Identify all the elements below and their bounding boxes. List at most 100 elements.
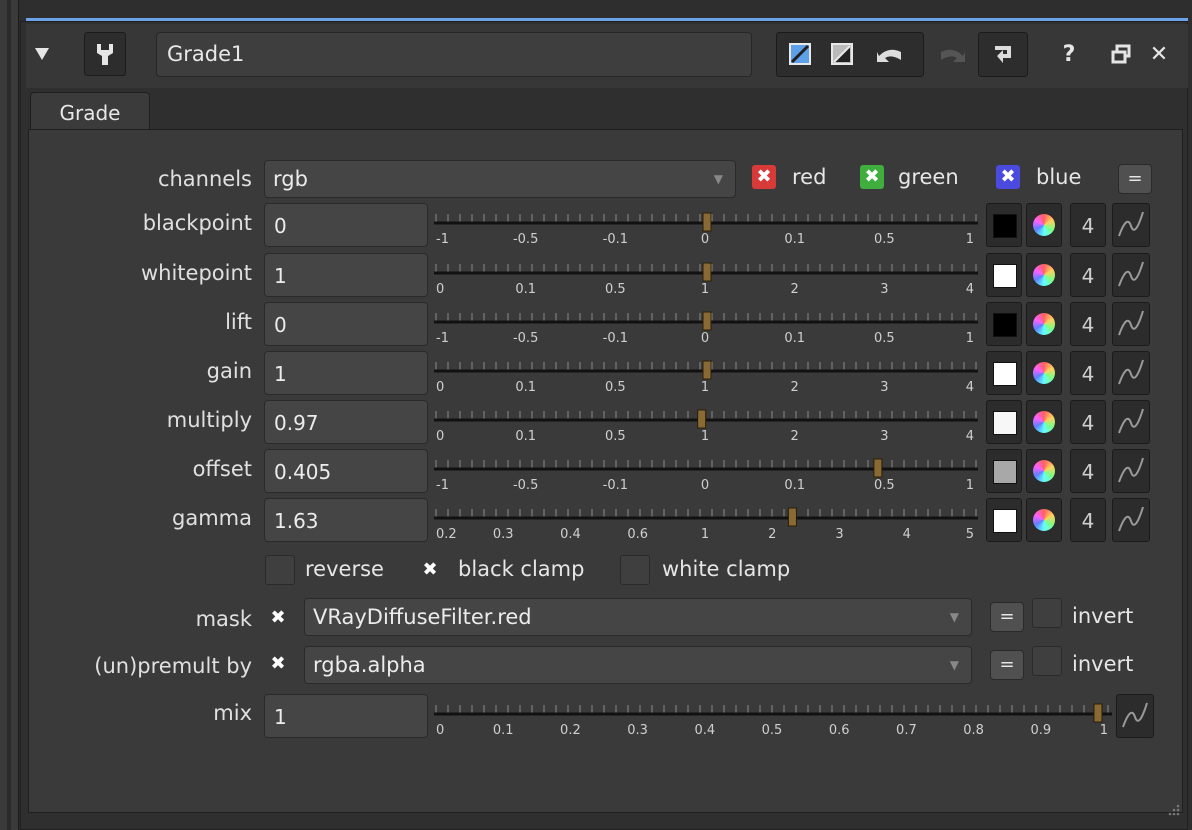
slider-handle[interactable] bbox=[787, 507, 797, 527]
premult-invert-checkbox[interactable] bbox=[1032, 646, 1062, 676]
gain-slider[interactable]: 0 0.1 0.5 1 2 3 4 bbox=[432, 351, 980, 397]
resize-grip-icon[interactable] bbox=[1160, 800, 1182, 822]
slider-track[interactable]: -1 -0.5 -0.1 0 0.1 0.5 1 bbox=[432, 203, 980, 249]
lift-input[interactable]: 0 bbox=[264, 302, 428, 346]
tab-grade[interactable]: Grade bbox=[30, 92, 150, 130]
slider-handle[interactable] bbox=[702, 262, 712, 282]
lift-color-swatch[interactable] bbox=[986, 302, 1022, 346]
channels-value: rgb bbox=[273, 167, 308, 191]
lift-label: lift bbox=[225, 310, 252, 334]
curve-editor-icon[interactable] bbox=[1112, 253, 1150, 297]
curve-editor-icon[interactable] bbox=[1112, 203, 1150, 247]
curve-editor-icon[interactable] bbox=[1112, 302, 1150, 346]
channels-dropdown[interactable]: rgb ▼ bbox=[264, 160, 736, 198]
slider-handle[interactable] bbox=[697, 409, 707, 429]
slider-tick-label: 0 bbox=[436, 429, 444, 444]
mask-channel-dropdown[interactable]: VRayDiffuseFilter.red ▼ bbox=[304, 598, 972, 636]
blue-label: blue bbox=[1036, 165, 1082, 189]
blue-channel-checkbox[interactable]: ✖ bbox=[996, 165, 1020, 189]
curve-editor-icon[interactable] bbox=[1112, 400, 1150, 444]
undo-icon[interactable] bbox=[870, 36, 910, 72]
slider-handle[interactable] bbox=[702, 360, 712, 380]
slider-tick-label: 4 bbox=[966, 282, 974, 297]
blackpoint-input[interactable]: 0 bbox=[264, 203, 428, 247]
blackpoint-channel-count-button[interactable]: 4 bbox=[1070, 203, 1106, 247]
redo-icon[interactable] bbox=[932, 36, 972, 72]
color-wheel-icon[interactable] bbox=[1026, 203, 1062, 247]
slider-handle[interactable] bbox=[702, 311, 712, 331]
collapse-triangle-icon[interactable] bbox=[26, 32, 58, 76]
wrench-icon[interactable] bbox=[84, 32, 126, 76]
multiply-channel-count-button[interactable]: 4 bbox=[1070, 400, 1106, 444]
node-name-input[interactable]: Grade1 bbox=[156, 32, 752, 77]
gamma-slider[interactable]: 0.2 0.3 0.4 0.6 1 2 3 4 5 bbox=[432, 498, 980, 544]
green-channel-checkbox[interactable]: ✖ bbox=[860, 165, 884, 189]
gain-channel-count-button[interactable]: 4 bbox=[1070, 351, 1106, 395]
float-panel-icon[interactable] bbox=[1106, 36, 1136, 72]
color-wheel-icon[interactable] bbox=[1026, 449, 1062, 493]
slider-tick-label: 0 bbox=[436, 282, 444, 297]
slider-handle[interactable] bbox=[873, 458, 883, 478]
color-wheel-icon[interactable] bbox=[1026, 498, 1062, 542]
color-wheel-icon[interactable] bbox=[1026, 351, 1062, 395]
blackpoint-slider[interactable]: -1 -0.5 -0.1 0 0.1 0.5 1 bbox=[432, 203, 980, 249]
color-wheel-icon[interactable] bbox=[1026, 400, 1062, 444]
gamma-input[interactable]: 1.63 bbox=[264, 498, 428, 542]
offset-color-swatch[interactable] bbox=[986, 449, 1022, 493]
gamma-color-swatch[interactable] bbox=[986, 498, 1022, 542]
whitepoint-channel-count-button[interactable]: 4 bbox=[1070, 253, 1106, 297]
premult-channel-dropdown[interactable]: rgba.alpha ▼ bbox=[304, 646, 972, 684]
premult-enable-checkbox[interactable]: ✖ bbox=[266, 652, 290, 676]
close-icon[interactable]: ✕ bbox=[1144, 36, 1174, 72]
offset-input[interactable]: 0.405 bbox=[264, 449, 428, 493]
slider-handle[interactable] bbox=[702, 212, 712, 232]
node-color-icon[interactable] bbox=[825, 36, 859, 72]
lift-slider[interactable]: -1 -0.5 -0.1 0 0.1 0.5 1 bbox=[432, 302, 980, 348]
help-icon[interactable]: ? bbox=[1056, 36, 1082, 72]
premult-link-button[interactable]: = bbox=[990, 650, 1024, 680]
mix-slider[interactable]: 0 0.1 0.2 0.3 0.4 0.5 0.6 0.7 0.8 0.9 1 bbox=[432, 694, 1114, 740]
color-wheel-disc bbox=[1033, 313, 1055, 335]
color-wheel-icon[interactable] bbox=[1026, 302, 1062, 346]
gain-input[interactable]: 1 bbox=[264, 351, 428, 395]
multiply-slider[interactable]: 0 0.1 0.5 1 2 3 4 bbox=[432, 400, 980, 446]
chevron-down-icon: ▼ bbox=[949, 658, 959, 672]
slider-tick-label: 0.1 bbox=[515, 282, 536, 297]
mask-enable-checkbox[interactable]: ✖ bbox=[266, 606, 290, 630]
revert-icon[interactable] bbox=[978, 32, 1028, 77]
slider-track[interactable]: 0 0.1 0.5 1 2 3 4 bbox=[432, 253, 980, 299]
whitepoint-slider[interactable]: 0 0.1 0.5 1 2 3 4 bbox=[432, 253, 980, 299]
whitepoint-input[interactable]: 1 bbox=[264, 253, 428, 297]
viewer-color-icon[interactable] bbox=[783, 36, 817, 72]
channels-link-button[interactable]: = bbox=[1118, 164, 1152, 194]
curve-editor-icon[interactable] bbox=[1112, 449, 1150, 493]
red-channel-checkbox[interactable]: ✖ bbox=[752, 165, 776, 189]
whitepoint-color-swatch[interactable] bbox=[986, 253, 1022, 297]
slider-track[interactable]: 0.2 0.3 0.4 0.6 1 2 3 4 5 bbox=[432, 498, 980, 544]
color-wheel-icon[interactable] bbox=[1026, 253, 1062, 297]
multiply-input[interactable]: 0.97 bbox=[264, 400, 428, 444]
curve-editor-icon[interactable] bbox=[1112, 351, 1150, 395]
blackpoint-color-swatch[interactable] bbox=[986, 203, 1022, 247]
slider-track[interactable]: 0 0.1 0.5 1 2 3 4 bbox=[432, 351, 980, 397]
mix-curve-button[interactable] bbox=[1116, 694, 1154, 738]
mix-input[interactable]: 1 bbox=[264, 694, 428, 738]
gamma-channel-count-button[interactable]: 4 bbox=[1070, 498, 1106, 542]
slider-track[interactable]: -1 -0.5 -0.1 0 0.1 0.5 1 bbox=[432, 449, 980, 495]
black-clamp-checkbox[interactable]: ✖ bbox=[418, 558, 442, 582]
gain-color-swatch[interactable] bbox=[986, 351, 1022, 395]
slider-track[interactable]: -1 -0.5 -0.1 0 0.1 0.5 1 bbox=[432, 302, 980, 348]
slider-track[interactable]: 0 0.1 0.2 0.3 0.4 0.5 0.6 0.7 0.8 0.9 1 bbox=[432, 694, 1114, 740]
offset-channel-count-button[interactable]: 4 bbox=[1070, 449, 1106, 493]
offset-slider[interactable]: -1 -0.5 -0.1 0 0.1 0.5 1 bbox=[432, 449, 980, 495]
swatch-color bbox=[993, 411, 1017, 435]
slider-handle[interactable] bbox=[1093, 703, 1103, 723]
reverse-checkbox[interactable] bbox=[265, 555, 295, 585]
multiply-color-swatch[interactable] bbox=[986, 400, 1022, 444]
mask-link-button[interactable]: = bbox=[990, 602, 1024, 632]
slider-track[interactable]: 0 0.1 0.5 1 2 3 4 bbox=[432, 400, 980, 446]
white-clamp-checkbox[interactable] bbox=[620, 555, 650, 585]
curve-editor-icon[interactable] bbox=[1112, 498, 1150, 542]
mask-invert-checkbox[interactable] bbox=[1032, 598, 1062, 628]
lift-channel-count-button[interactable]: 4 bbox=[1070, 302, 1106, 346]
